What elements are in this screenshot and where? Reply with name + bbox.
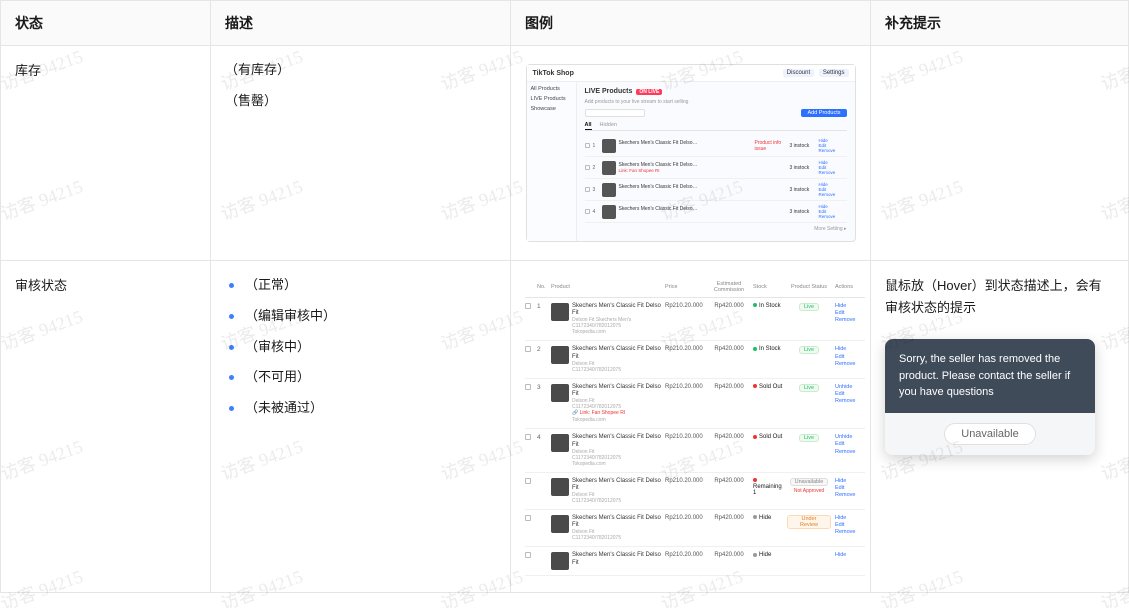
table-row: 审核状态 （正常） （编辑审核中） （审核中） （不可用） （未被通过） No.	[1, 261, 1129, 593]
desc-item: （审核中）	[225, 337, 496, 358]
desc-list: （有库存） （售罄）	[225, 60, 496, 112]
desc-item: （编辑审核中）	[225, 306, 496, 327]
mock-row: 1Skechers Men's Classic Fit Delso… Produ…	[585, 135, 847, 157]
mock-hint: Add products to your live stream to star…	[585, 99, 847, 105]
thumb-icon	[551, 552, 569, 570]
desc-cell: （正常） （编辑审核中） （审核中） （不可用） （未被通过）	[211, 261, 511, 593]
col-header-desc: 描述	[211, 1, 511, 46]
hint-cell	[871, 46, 1129, 261]
status-cell: 审核状态	[1, 261, 211, 593]
mock-tab: Hidden	[600, 121, 617, 130]
mock-row: 1Skechers Men's Classic Fit Delso FitDel…	[525, 298, 865, 341]
desc-cell: （有库存） （售罄）	[211, 46, 511, 261]
desc-item: （不可用）	[225, 367, 496, 388]
thumb-icon	[602, 183, 616, 197]
desc-item: （有库存）	[225, 60, 496, 81]
mock-table-header: No. Product Price Estimated Commission S…	[525, 277, 865, 298]
tooltip-mockup: Sorry, the seller has removed the produc…	[885, 339, 1095, 455]
desc-list: （正常） （编辑审核中） （审核中） （不可用） （未被通过）	[225, 275, 496, 419]
legend-cell: TikTok Shop Discount Settings All Produc…	[511, 46, 871, 261]
thumb-icon	[551, 478, 569, 496]
mock-topbar: TikTok Shop Discount Settings	[527, 65, 855, 82]
mock-row: 3Skechers Men's Classic Fit Delso… 3 ins…	[585, 179, 847, 201]
mock-row: 4Skechers Men's Classic Fit Delso… 3 ins…	[585, 201, 847, 223]
col-header-legend: 图例	[511, 1, 871, 46]
mock-footer: More Setting ▸	[585, 223, 847, 235]
mock-add-button: Add Products	[801, 109, 846, 117]
mock-discount-btn: Discount	[783, 69, 814, 77]
hint-text: 鼠标放（Hover）到状态描述上，会有审核状态的提示	[885, 275, 1114, 319]
status-cell: 库存	[1, 46, 211, 261]
desc-item: （正常）	[225, 275, 496, 296]
col-header-hint: 补充提示	[871, 1, 1129, 46]
mock-row: 3Skechers Men's Classic Fit Delso FitDel…	[525, 379, 865, 430]
mock-table: 1Skechers Men's Classic Fit Delso… Produ…	[585, 135, 847, 223]
mock-title: LIVE Products ON LIVE	[585, 88, 847, 95]
hint-cell: 鼠标放（Hover）到状态描述上，会有审核状态的提示 Sorry, the se…	[871, 261, 1129, 593]
mock-side-item: All Products	[531, 86, 572, 92]
mock-side-item: Showcase	[531, 106, 572, 112]
mock-sidebar: All Products LIVE Products Showcase	[527, 82, 577, 241]
mock-row: Skechers Men's Classic Fit Delso FitDels…	[525, 510, 865, 547]
mock-search-input	[585, 109, 645, 117]
mock-row: 2Skechers Men's Classic Fit Delso FitDel…	[525, 341, 865, 378]
mock-tab: All	[585, 121, 592, 130]
thumb-icon	[551, 515, 569, 533]
tooltip-message: Sorry, the seller has removed the produc…	[885, 339, 1095, 413]
mock-brand: TikTok Shop	[533, 70, 574, 77]
col-header-status: 状态	[1, 1, 211, 46]
thumb-icon	[602, 139, 616, 153]
thumb-icon	[551, 434, 569, 452]
mock-toolbar: Add Products	[585, 109, 847, 117]
thumb-icon	[551, 303, 569, 321]
legend-cell: No. Product Price Estimated Commission S…	[511, 261, 871, 593]
mock-row: 2Skechers Men's Classic Fit Delso…Link: …	[585, 157, 847, 179]
mock-live-badge: ON LIVE	[636, 89, 662, 95]
desc-item: （未被通过）	[225, 398, 496, 419]
thumb-icon	[602, 161, 616, 175]
app-mockup: TikTok Shop Discount Settings All Produc…	[526, 64, 856, 242]
desc-item: （售罄）	[225, 91, 496, 112]
mock-row: Skechers Men's Classic Fit Delso FitRp21…	[525, 547, 865, 576]
table-row: 库存 （有库存） （售罄） TikTok Shop Discount Setti…	[1, 46, 1129, 261]
mock-side-item: LIVE Products	[531, 96, 572, 102]
tooltip-status-pill: Unavailable	[944, 423, 1035, 445]
thumb-icon	[551, 384, 569, 402]
mock-settings-btn: Settings	[819, 69, 849, 77]
product-table-mockup: No. Product Price Estimated Commission S…	[525, 277, 856, 576]
mock-row: 4Skechers Men's Classic Fit Delso FitDel…	[525, 429, 865, 472]
mock-tabs: All Hidden	[585, 121, 847, 131]
mock-row: Skechers Men's Classic Fit Delso FitDels…	[525, 473, 865, 510]
status-table: 状态 描述 图例 补充提示 库存 （有库存） （售罄） TikTok Shop	[0, 0, 1129, 593]
thumb-icon	[602, 205, 616, 219]
thumb-icon	[551, 346, 569, 364]
